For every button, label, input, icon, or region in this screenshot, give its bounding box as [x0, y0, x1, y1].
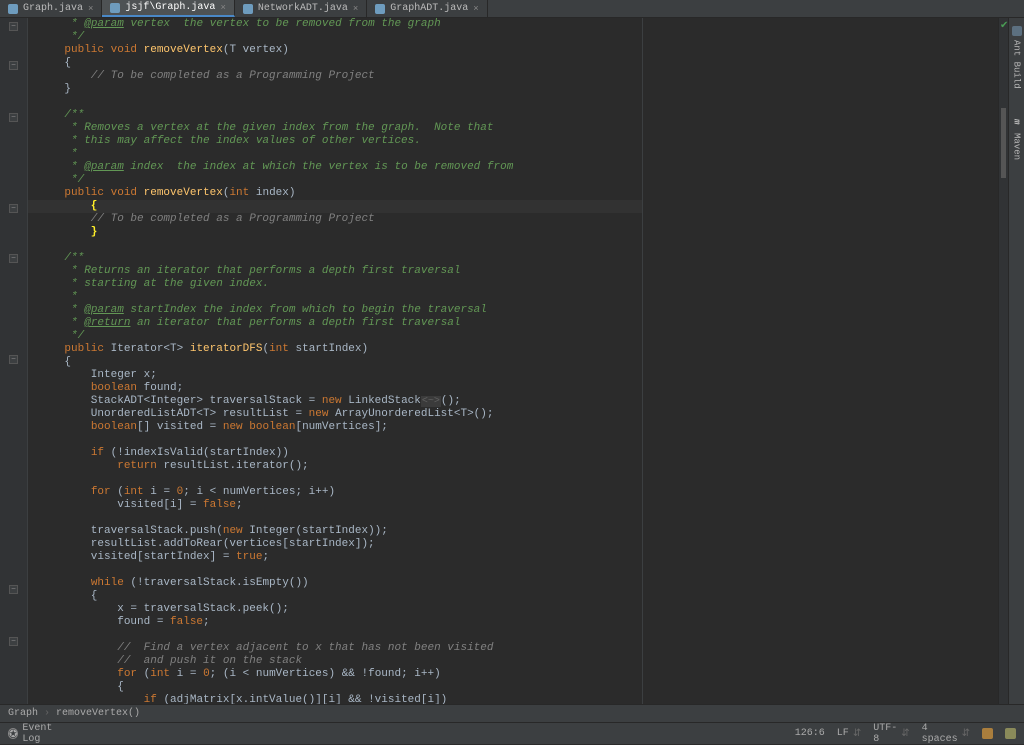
editor-split: − − − − − − − − * @param vertex the vert…	[0, 18, 1008, 704]
java-file-icon	[110, 3, 120, 13]
error-stripe[interactable]: ✔	[998, 18, 1008, 704]
tab-graphadt[interactable]: GraphADT.java ×	[367, 0, 487, 17]
right-editor-pane[interactable]	[643, 18, 998, 704]
right-toolwindow-bar: Ant Build m Maven	[1008, 18, 1024, 704]
main-area: − − − − − − − − * @param vertex the vert…	[0, 18, 1024, 704]
tab-label: NetworkADT.java	[258, 3, 348, 14]
java-file-icon	[8, 4, 18, 14]
hector-icon[interactable]	[1005, 728, 1016, 739]
fold-icon[interactable]: −	[9, 113, 18, 122]
close-icon[interactable]: ×	[220, 3, 225, 13]
breadcrumb-bar: Graph › removeVertex()	[0, 704, 1024, 722]
tab-label: jsjf\Graph.java	[125, 2, 215, 13]
fold-icon[interactable]: −	[9, 637, 18, 646]
breadcrumb-separator: ›	[44, 708, 50, 719]
fold-icon[interactable]: −	[9, 204, 18, 213]
lock-icon	[982, 728, 993, 739]
toolwindow-maven[interactable]: m Maven	[1012, 119, 1022, 160]
breadcrumb-class[interactable]: Graph	[8, 708, 38, 719]
line-separator[interactable]: LF ⇵	[837, 728, 861, 740]
inspector-icon	[1005, 728, 1016, 739]
encoding[interactable]: UTF-8 ⇵	[873, 723, 909, 745]
fold-icon[interactable]: −	[9, 355, 18, 364]
fold-icon[interactable]: −	[9, 22, 18, 31]
tab-networkadt[interactable]: NetworkADT.java ×	[235, 0, 367, 17]
close-icon[interactable]: ×	[88, 4, 93, 14]
cursor-position[interactable]: 126:6	[795, 728, 825, 739]
status-bar: ✪ Event Log 126:6 LF ⇵ UTF-8 ⇵ 4 spaces …	[0, 722, 1024, 744]
indent[interactable]: 4 spaces ⇵	[922, 723, 970, 745]
maven-icon: m	[1012, 119, 1022, 129]
tab-jsjf-graph[interactable]: jsjf\Graph.java ×	[102, 0, 234, 17]
tab-label: Graph.java	[23, 3, 83, 14]
analysis-ok-icon: ✔	[1000, 20, 1008, 32]
scroll-marker[interactable]	[1001, 108, 1006, 178]
fold-icon[interactable]: −	[9, 585, 18, 594]
ant-icon	[1012, 26, 1022, 36]
tab-label: GraphADT.java	[390, 3, 468, 14]
readonly-toggle[interactable]	[982, 728, 993, 739]
editor-tab-bar: Graph.java × jsjf\Graph.java × NetworkAD…	[0, 0, 1024, 18]
gutter[interactable]: − − − − − − − −	[0, 18, 28, 704]
java-file-icon	[243, 4, 253, 14]
close-icon[interactable]: ×	[473, 4, 478, 14]
code-editor[interactable]: * @param vertex the vertex to be removed…	[28, 18, 642, 704]
event-log-button[interactable]: ✪ Event Log	[8, 723, 57, 745]
close-icon[interactable]: ×	[353, 4, 358, 14]
java-file-icon	[375, 4, 385, 14]
fold-icon[interactable]: −	[9, 254, 18, 263]
breadcrumb-method[interactable]: removeVertex()	[56, 708, 140, 719]
tab-graph[interactable]: Graph.java ×	[0, 0, 102, 17]
fold-icon[interactable]: −	[9, 61, 18, 70]
event-log-icon: ✪	[8, 728, 18, 739]
toolwindow-ant[interactable]: Ant Build	[1012, 26, 1022, 89]
